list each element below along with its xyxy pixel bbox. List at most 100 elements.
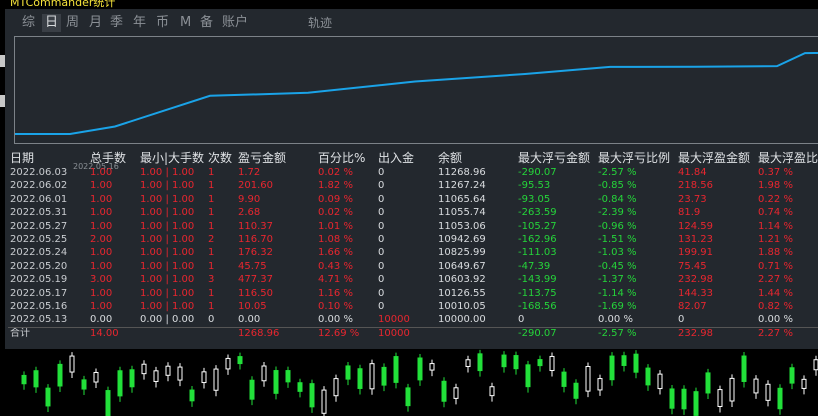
table-cell: 232.98 [678,274,713,286]
period-tabs: 综日周月季年币 M 备账户 [5,9,818,35]
candle-body [153,370,159,382]
table-cell: 0 [378,193,385,205]
table-cell: 131.23 [678,234,713,246]
table-row[interactable]: 2022.06.02 1.00 1.00 | 1.00 1 201.60 1.82 % 0 1… [8,179,818,192]
table-cell: -162.96 [518,234,557,246]
column-header[interactable]: 最大浮亏比例 [596,150,676,166]
table-cell: 2022.06.02 [10,180,68,192]
candle-body [93,371,99,383]
table-row[interactable]: 2022.05.17 1.00 1.00 | 1.00 1 116.50 1.16 % 0 1… [8,287,818,300]
table-cell: 1.00 [90,287,113,299]
table-cell: 0 [378,274,385,286]
table-cell: 11267.24 [438,180,486,192]
table-row[interactable]: 2022.05.31 1.00 1.00 | 1.00 1 2.68 0.02 % 0 110… [8,206,818,219]
table-cell: 10649.67 [438,260,486,272]
total-cell: 12.69 % [316,326,376,340]
table-cell: -1.69 % [598,301,637,313]
candle-body [777,387,783,410]
table-row[interactable]: 2022.05.19 3.00 1.00 | 1.00 3 477.37 4.71 % 0 1… [8,273,818,286]
table-cell: 1.88 % [758,247,793,259]
table-cell: 2022.06.03 [10,167,68,178]
candle-body [297,382,303,392]
table-row[interactable]: 2022.06.03 1.00 1.00 | 1.00 1 1.72 0.02 % 0 112… [8,166,818,179]
table-cell: 1.00 | 1.00 [140,260,195,272]
table-cell: 0 [208,314,215,326]
table-cell: 1.00 [90,260,113,272]
table-cell: 1.44 % [758,287,793,299]
table-cell: 2.00 [90,234,113,246]
candle-body [693,391,699,416]
table-cell: 1.98 % [758,180,793,192]
table-cell: 1.66 % [318,247,353,259]
column-header[interactable]: 次数 [206,150,236,166]
table-cell: 9.90 [238,193,261,205]
tab-7[interactable]: M [177,14,194,32]
column-header[interactable]: 日期 [8,150,88,166]
candle-body [381,366,387,386]
table-row[interactable]: 2022.05.25 2.00 1.00 | 1.00 2 116.70 1.08 % 0 1… [8,233,818,246]
tab-3[interactable]: 月 [86,14,105,32]
table-cell: -0.84 % [598,193,637,205]
candle-body [285,370,291,383]
column-header[interactable]: 最大浮盈金额 [676,150,756,166]
table-row[interactable]: 2022.05.20 1.00 1.00 | 1.00 1 45.75 0.43 % 0 10… [8,260,818,273]
tab-1[interactable]: 日 [42,14,62,32]
table-cell: 1.21 % [758,234,793,246]
tab-4[interactable]: 季 [107,14,126,32]
candle-body [105,390,111,416]
total-cell: 合计 [8,326,88,340]
column-header[interactable]: 余额 [436,150,516,166]
candle-body [189,389,195,402]
column-header[interactable]: 百分比% [316,150,376,166]
candle-body [765,383,771,401]
table-cell: 1.72 [238,167,261,178]
table-cell: 199.91 [678,247,713,259]
table-cell: 2022.05.17 [10,287,68,299]
column-header[interactable]: 最小|大手数 [138,150,206,166]
column-header[interactable]: 最大浮亏金额 [516,150,596,166]
candle-body [333,378,339,397]
column-header[interactable]: 总手数 [88,150,138,166]
table-row[interactable]: 2022.05.13 0.00 0.00 | 0.00 0 0.00 0.00 % 1000… [8,313,818,327]
candle-body [477,353,483,372]
table-cell: 0 [378,220,385,232]
table-row[interactable]: 2022.05.27 1.00 1.00 | 1.00 1 110.37 1.01 % 0 1… [8,220,818,233]
tab-9[interactable]: 账户 [219,14,251,32]
table-cell: 0 [378,180,385,192]
column-header[interactable]: 出入金 [376,150,436,166]
tab-2[interactable]: 周 [63,14,82,32]
candle-body [117,370,123,397]
tab-5[interactable]: 年 [130,14,149,32]
table-cell: -1.37 % [598,274,637,286]
table-cell: 0.37 % [758,167,793,178]
table-cell: -113.75 [518,287,557,299]
column-header[interactable]: 盈亏金额 [236,150,316,166]
table-cell: 116.70 [238,234,273,246]
daily-stats-table: 日期 总手数 最小|大手数 次数 盈亏金额 百分比% 出入金 余额 最大浮亏金额 最大浮亏比例 最大… [8,150,818,340]
candle-body [33,370,39,388]
candle-body [645,367,651,386]
candle-body [513,355,519,370]
table-cell: 2022.05.31 [10,207,68,219]
tab-8[interactable]: 备 [197,14,216,32]
table-cell: -1.51 % [598,234,637,246]
column-header[interactable]: 最大浮盈比 [756,150,818,166]
stats-panel: 综日周月季年币 M 备账户 轨迹 2022.05.16 日期 总手数 最小|大手数 次数盈… [5,9,818,349]
table-cell: 1.00 | 1.00 [140,193,195,205]
table-cell: 1.00 | 1.00 [140,247,195,259]
candle-body [597,378,603,391]
table-cell: 0.00 % [758,314,793,326]
tab-0[interactable]: 综 [19,14,38,32]
table-row[interactable]: 2022.05.16 1.00 1.00 | 1.00 1 10.05 0.10 % 0 10… [8,300,818,313]
candle-body [741,355,747,382]
candle-body [537,359,543,367]
table-cell: 10126.55 [438,287,486,299]
table-row[interactable]: 2022.05.24 1.00 1.00 | 1.00 1 176.32 1.66 % 0 1… [8,246,818,259]
equity-line [15,52,818,135]
candle-body [705,372,711,394]
table-cell: 2022.05.24 [10,247,68,259]
table-cell: -1.14 % [598,287,637,299]
tab-6[interactable]: 币 [153,14,172,32]
table-row[interactable]: 2022.06.01 1.00 1.00 | 1.00 1 9.90 0.09 % 0 110… [8,193,818,206]
table-cell: 45.75 [238,260,267,272]
